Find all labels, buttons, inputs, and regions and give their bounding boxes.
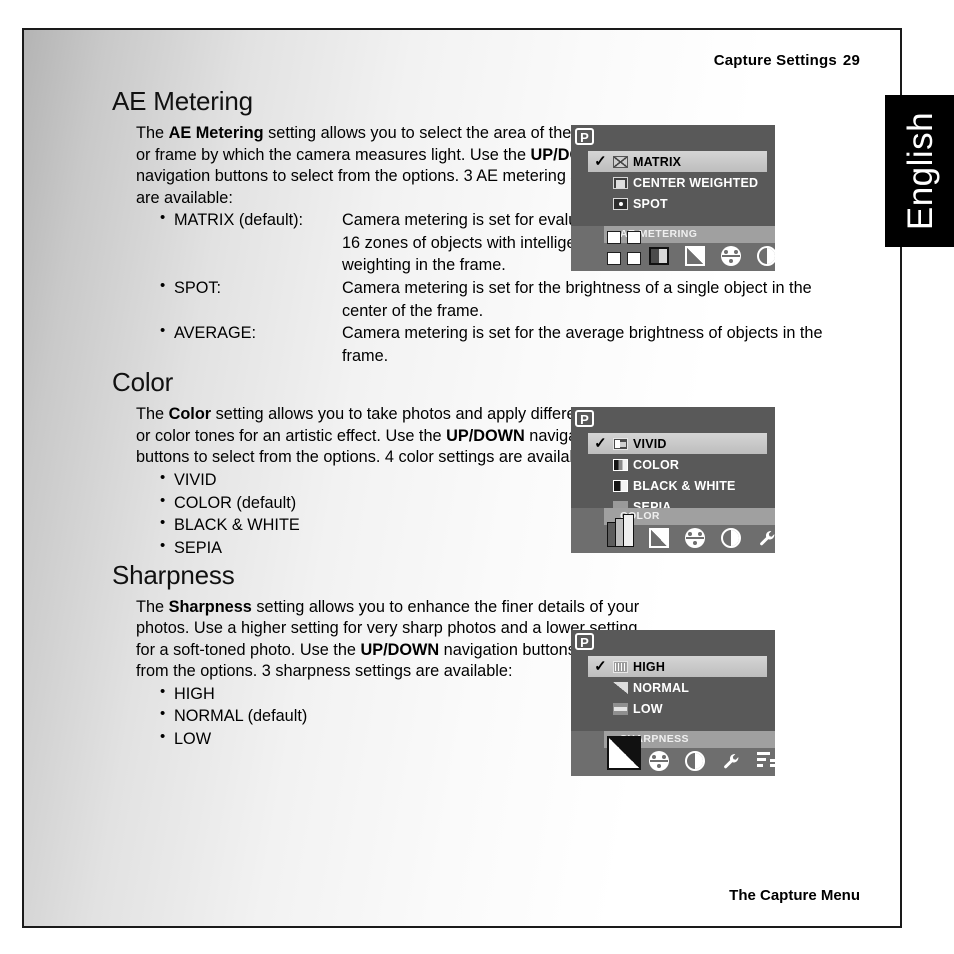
lcd-screenshot-ae-metering: P ✓ MATRIX CENTER WEIGHTED SPOT AE METER… bbox=[571, 125, 775, 271]
vivid-icon bbox=[613, 437, 628, 450]
language-tab: English bbox=[885, 95, 954, 247]
menu-item-label: NORMAL bbox=[633, 680, 690, 695]
header-title: Capture Settings bbox=[713, 52, 837, 69]
menu-item-color[interactable]: COLOR bbox=[588, 454, 767, 475]
check-icon: ✓ bbox=[594, 435, 607, 452]
lcd-icon-row bbox=[649, 526, 775, 550]
lcd-bottom-bar: SHARPNESS bbox=[571, 731, 775, 776]
sharpness-icon[interactable] bbox=[685, 246, 705, 266]
section-body-sharpness: The Sharpness setting allows you to enha… bbox=[136, 597, 641, 681]
menu-item-label: MATRIX bbox=[633, 154, 682, 169]
sharpness-triangle-icon[interactable] bbox=[607, 736, 641, 770]
menu-item-label: HIGH bbox=[633, 659, 666, 674]
lcd-bottom-bar: COLOR bbox=[571, 508, 775, 553]
lcd-screenshot-sharpness: P ✓ HIGH NORMAL LOW SHARPNESS bbox=[571, 630, 775, 776]
grid-icon[interactable] bbox=[757, 751, 775, 771]
check-icon: ✓ bbox=[594, 153, 607, 170]
definition-term: MATRIX (default): bbox=[160, 208, 342, 232]
header-page-number: 29 bbox=[842, 52, 860, 69]
saturation-icon[interactable] bbox=[685, 528, 705, 548]
mode-badge-p: P bbox=[575, 128, 594, 145]
section-heading-ae-metering: AE Metering bbox=[112, 86, 253, 116]
mode-badge-p: P bbox=[575, 633, 594, 650]
definition-description: Camera metering is set for the brightnes… bbox=[342, 278, 812, 320]
menu-item-label: BLACK & WHITE bbox=[633, 478, 736, 493]
menu-item-label: SPOT bbox=[633, 196, 668, 211]
definition-term: AVERAGE: bbox=[160, 321, 342, 345]
low-sharpness-icon bbox=[613, 702, 628, 715]
lcd-icon-row bbox=[649, 749, 775, 773]
menu-item-low[interactable]: LOW bbox=[588, 698, 767, 719]
menu-item-normal[interactable]: NORMAL bbox=[588, 677, 767, 698]
normal-sharpness-icon bbox=[613, 681, 628, 694]
menu-item-high[interactable]: ✓ HIGH bbox=[588, 656, 767, 677]
menu-list: ✓ VIVID COLOR BLACK & WHITE SEPIA bbox=[588, 433, 767, 517]
section-heading-color: Color bbox=[112, 367, 174, 398]
saturation-icon[interactable] bbox=[721, 246, 741, 266]
sharpness-icon[interactable] bbox=[649, 528, 669, 548]
menu-item-label: COLOR bbox=[633, 457, 680, 472]
matrix-zones-icon[interactable] bbox=[607, 231, 641, 265]
menu-item-label: CENTER WEIGHTED bbox=[633, 175, 759, 190]
page-footer: The Capture Menu bbox=[729, 887, 860, 904]
high-sharpness-icon bbox=[613, 660, 628, 673]
definition-term: SPOT: bbox=[160, 276, 342, 300]
spot-icon bbox=[613, 197, 628, 210]
menu-item-label: VIVID bbox=[633, 436, 667, 451]
page-header: Capture Settings 29 bbox=[714, 52, 860, 69]
lcd-bottom-bar: AE METERING bbox=[571, 226, 775, 271]
check-icon: ✓ bbox=[594, 658, 607, 675]
section-body-ae-metering: The AE Metering setting allows you to se… bbox=[136, 124, 628, 207]
contrast-icon[interactable] bbox=[721, 528, 741, 548]
setup-wrench-icon[interactable] bbox=[721, 751, 741, 771]
contrast-icon[interactable] bbox=[685, 751, 705, 771]
list-item: SPOT: Camera metering is set for the bri… bbox=[160, 276, 852, 322]
mode-badge-p: P bbox=[575, 410, 594, 427]
section-heading-sharpness: Sharpness bbox=[112, 559, 235, 590]
menu-item-black-white[interactable]: BLACK & WHITE bbox=[588, 475, 767, 496]
black-white-icon bbox=[613, 479, 628, 492]
menu-item-vivid[interactable]: ✓ VIVID bbox=[588, 433, 767, 454]
matrix-icon bbox=[613, 155, 628, 168]
menu-item-center-weighted[interactable]: CENTER WEIGHTED bbox=[588, 172, 767, 193]
lcd-screenshot-color: P ✓ VIVID COLOR BLACK & WHITE SEPIA COLO… bbox=[571, 407, 775, 553]
definition-description: Camera metering is set for the average b… bbox=[342, 324, 823, 365]
center-weighted-icon bbox=[613, 176, 628, 189]
menu-item-spot[interactable]: SPOT bbox=[588, 193, 767, 214]
list-item: AVERAGE: Camera metering is set for the … bbox=[160, 321, 852, 367]
menu-item-matrix[interactable]: ✓ MATRIX bbox=[588, 151, 767, 172]
manual-page: Capture Settings 29 AE Metering The AE Me… bbox=[22, 28, 954, 928]
section-body-color: The Color setting allows you to take pho… bbox=[136, 405, 638, 467]
color-swatch-icon bbox=[613, 458, 628, 471]
saturation-icon[interactable] bbox=[649, 751, 669, 771]
contrast-icon[interactable] bbox=[757, 246, 775, 266]
menu-list: ✓ MATRIX CENTER WEIGHTED SPOT bbox=[588, 151, 767, 214]
setup-wrench-icon[interactable] bbox=[757, 528, 775, 548]
menu-list: ✓ HIGH NORMAL LOW bbox=[588, 656, 767, 719]
menu-item-label: LOW bbox=[633, 701, 663, 716]
lcd-icon-row bbox=[649, 244, 775, 268]
color-icon[interactable] bbox=[649, 247, 669, 265]
language-tab-label: English bbox=[900, 111, 940, 231]
color-bars-icon[interactable] bbox=[607, 513, 641, 547]
